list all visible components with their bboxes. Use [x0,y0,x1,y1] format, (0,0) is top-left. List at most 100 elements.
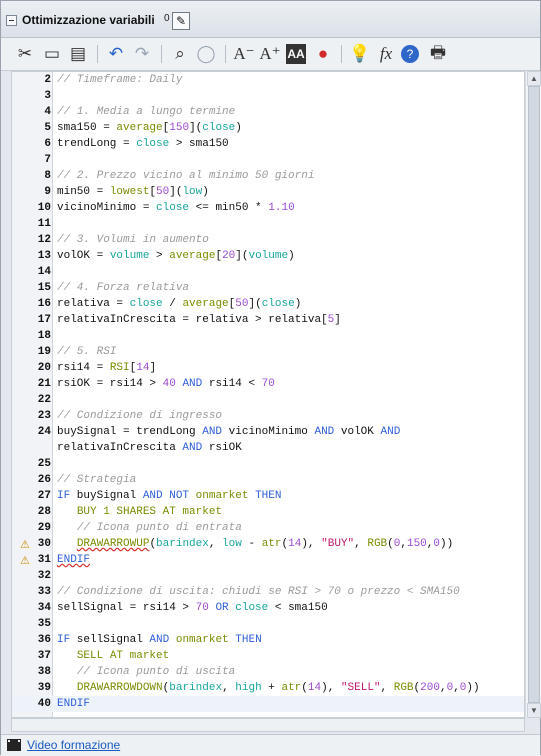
code-text: trendLong = close > sma150 [57,138,229,150]
code-text: // 1. Media a lungo termine [57,106,236,118]
redo-icon[interactable]: ↷ [131,43,153,65]
code-line[interactable]: 7 [12,152,524,168]
code-text: ENDIF [57,554,91,566]
code-line[interactable]: 27 IF buySignal AND NOT onmarket THEN [12,488,524,504]
code-text: DRAWARROWDOWN(barindex, high + atr(14), … [76,682,480,694]
code-line[interactable]: 34 sellSignal = rsi14 > 70 OR close < sma… [12,600,524,616]
line-number: 6 [44,138,51,150]
line-number: 16 [37,298,51,310]
panel-title: Ottimizzazione variabili [22,13,155,27]
code-line[interactable]: 22 [12,392,524,408]
copy-icon[interactable]: ▭ [41,43,63,65]
code-line[interactable]: 12 // 3. Volumi in aumento [12,232,524,248]
code-text: // Icona punto di entrata [76,522,242,534]
line-number: 2 [44,74,51,86]
search-icon[interactable]: ⌕ [169,43,191,65]
print-icon[interactable]: 🖶 [427,43,449,65]
collapse-icon[interactable] [6,15,17,26]
vertical-scrollbar[interactable]: ▲ ▼ [525,71,541,718]
line-number: 15 [37,282,51,294]
code-line[interactable]: ⚠ 31 ENDIF [12,552,524,568]
code-line[interactable]: 33 // Condizione di uscita: chiudi se RSI… [12,584,524,600]
idea-icon[interactable]: 💡 [349,43,371,65]
line-number: 40 [37,698,51,710]
code-line[interactable]: ⚠ 30 DRAWARROWUP(barindex, low - atr(14),… [12,536,524,552]
color-icon[interactable]: ● [312,43,334,65]
code-line[interactable]: 8 // 2. Prezzo vicino al minimo 50 giorni [12,168,524,184]
code-line[interactable]: 11 [12,216,524,232]
code-text: rsiOK = rsi14 > 40 AND rsi14 < 70 [57,378,275,390]
text-style-icon[interactable]: AA [286,44,306,64]
line-number: 30 [37,538,51,550]
code-line[interactable]: 20 rsi14 = RSI[14] [12,360,524,376]
code-text: vicinoMinimo = close <= min50 * 1.10 [57,202,295,214]
line-number: 12 [37,234,51,246]
code-text: // 5. RSI [57,346,117,358]
code-line[interactable]: 5 sma150 = average[150](close) [12,120,524,136]
code-line[interactable]: 13 volOK = volume > average[20](volume) [12,248,524,264]
code-line[interactable]: 18 [12,328,524,344]
code-line[interactable]: 37 SELL AT market [12,648,524,664]
code-line[interactable]: 3 [12,88,524,104]
code-line[interactable]: 17 relativaInCrescita = relativa > relati… [12,312,524,328]
video-icon [7,739,21,751]
code-line[interactable]: 4 // 1. Media a lungo termine [12,104,524,120]
undo-icon[interactable]: ↶ [105,43,127,65]
code-line[interactable]: 21 rsiOK = rsi14 > 40 AND rsi14 < 70 [12,376,524,392]
line-number: 35 [37,618,51,630]
scroll-up-icon[interactable]: ▲ [527,71,541,86]
code-line[interactable]: 23 // Condizione di ingresso [12,408,524,424]
code-line[interactable]: 25 [12,456,524,472]
scroll-down-icon[interactable]: ▼ [527,703,541,718]
line-number: 14 [37,266,51,278]
code-text: volOK = volume > average[20](volume) [57,250,295,262]
code-text: // 2. Prezzo vicino al minimo 50 giorni [57,170,315,182]
decrease-font-icon[interactable]: A⁻ [233,43,255,65]
code-line[interactable]: 19 // 5. RSI [12,344,524,360]
code-line[interactable]: 9 min50 = lowest[50](low) [12,184,524,200]
code-line[interactable]: 38 // Icona punto di uscita [12,664,524,680]
line-number: 8 [44,170,51,182]
code-line[interactable]: relativaInCrescita AND rsiOK [12,440,524,456]
code-line[interactable]: 15 // 4. Forza relativa [12,280,524,296]
increase-font-icon[interactable]: A⁺ [259,43,281,65]
line-number: 25 [37,458,51,470]
code-line[interactable]: 24 buySignal = trendLong AND vicinoMinimo… [12,424,524,440]
code-line[interactable]: 2 // Timeframe: Daily [12,72,524,88]
code-line[interactable]: 29 // Icona punto di entrata [12,520,524,536]
training-video-link[interactable]: Video formazione [27,738,120,752]
line-number: 19 [37,346,51,358]
horizontal-scrollbar[interactable] [11,718,525,732]
line-number: 11 [37,218,51,230]
help-icon[interactable]: ? [401,45,419,63]
code-line[interactable]: 6 trendLong = close > sma150 [12,136,524,152]
line-number: 17 [37,314,51,326]
variable-count: 0 [164,13,170,24]
function-icon[interactable]: fx [375,43,397,65]
code-line[interactable]: 32 [12,568,524,584]
comment-icon[interactable]: ◯ [195,43,217,65]
code-line[interactable]: 10 vicinoMinimo = close <= min50 * 1.10 [12,200,524,216]
line-number: 22 [37,394,51,406]
code-line[interactable]: 40 ENDIF [12,696,524,712]
line-number: 3 [44,90,51,102]
cut-icon[interactable]: ✂ [14,43,36,65]
line-number: 28 [37,506,51,518]
line-number: 4 [44,106,51,118]
line-number: 27 [37,490,51,502]
code-line[interactable]: 16 relativa = close / average[50](close) [12,296,524,312]
paste-icon[interactable]: ▤ [67,43,89,65]
scroll-thumb[interactable] [528,86,540,703]
code-line[interactable]: 35 [12,616,524,632]
code-editor[interactable]: 2// Timeframe: Daily 3 4 // 1. Media a lung… [11,71,525,718]
code-text: rsi14 = RSI[14] [57,362,157,374]
code-line[interactable]: 28 BUY 1 SHARES AT market [12,504,524,520]
edit-icon[interactable]: ✎ [172,12,190,30]
code-line[interactable]: 39 DRAWARROWDOWN(barindex, high + atr(14… [12,680,524,696]
code-text: relativa = close / average[50](close) [57,298,302,310]
code-line[interactable]: 26 // Strategia [12,472,524,488]
code-line[interactable]: 36 IF sellSignal AND onmarket THEN [12,632,524,648]
line-number: 13 [37,250,51,262]
line-number: 36 [37,634,51,646]
code-line[interactable]: 14 [12,264,524,280]
